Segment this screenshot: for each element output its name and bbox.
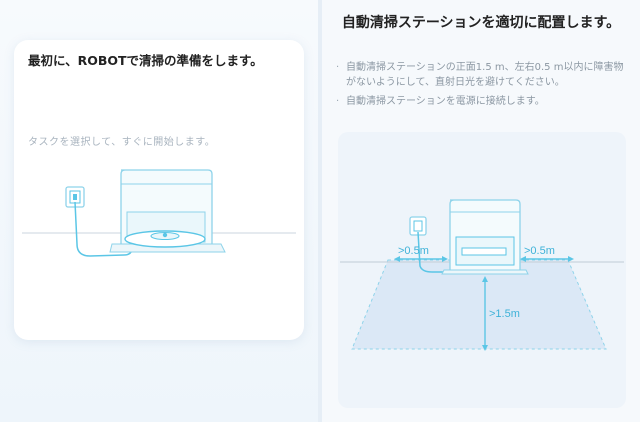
clearance-diagram: >0.5m >0.5m >1.5m [340,199,624,351]
docking-station-icon [441,199,529,275]
intro-subtitle: タスクを選択して、すぐに開始します。 [28,137,216,148]
right-clearance-label: >0.5m [524,245,555,257]
station-robot-illustration [22,169,296,257]
placement-diagram: >0.5m >0.5m >1.5m [338,132,626,408]
intro-card: 最初に、ROBOTで清掃の準備をします。 タスクを選択して、すぐに開始します。 [14,40,304,340]
instruction-clearance: 自動清掃ステーションの正面1.5 m、左右0.5 m以内に障害物がないようにして… [336,60,626,90]
left-clearance-label: >0.5m [398,245,429,257]
instruction-power: 自動清掃ステーションを電源に接続します。 [336,94,626,109]
right-panel: 自動清掃ステーションを適切に配置します。 自動清掃ステーションの正面1.5 m、… [322,0,640,422]
placement-instructions: 自動清掃ステーションの正面1.5 m、左右0.5 m以内に障害物がないようにして… [336,60,626,113]
placement-title: 自動清掃ステーションを適切に配置します。 [341,15,621,31]
front-clearance-label: >1.5m [489,308,520,320]
intro-title: 最初に、ROBOTで清掃の準備をします。 [28,53,263,68]
robot-vacuum-icon [124,230,206,248]
left-panel: 最初に、ROBOTで清掃の準備をします。 タスクを選択して、すぐに開始します。 [0,0,318,422]
